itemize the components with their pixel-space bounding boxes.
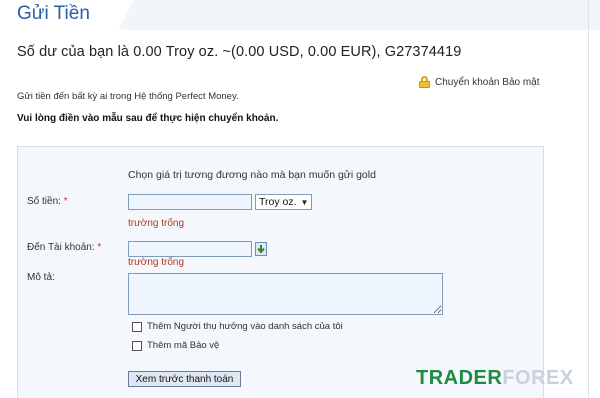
to-account-label: Đến Tài khoản: * [27,242,101,253]
transfer-form [17,146,544,398]
tab-slant-divider [118,0,134,30]
amount-label: Số tiền: * [27,196,68,207]
add-beneficiary-label: Thêm Người thụ hưởng vào danh sách của t… [147,321,343,332]
page-tab: Gửi Tiền [0,0,128,30]
add-protection-code-label: Thêm mã Bảo vệ [147,340,220,351]
chevron-down-icon: ▼ [300,197,309,207]
description-textarea[interactable] [128,273,443,315]
unit-select[interactable]: Troy oz. ▼ [255,194,312,210]
to-account-label-text: Đến Tài khoản: [27,242,95,253]
to-account-input[interactable] [128,241,252,257]
address-book-icon[interactable] [255,242,267,256]
add-beneficiary-checkbox[interactable] [132,321,142,332]
add-protection-code-row[interactable]: Thêm mã Bảo vệ [132,340,219,351]
right-border [588,0,589,398]
balance-line: Số dư của bạn là 0.00 Troy oz. ~(0.00 US… [17,44,462,60]
amount-input[interactable] [128,194,252,210]
intro-text: Gửi tiền đến bất kỳ ai trong Hệ thống Pe… [17,91,239,102]
secure-transfer-label: Chuyển khoản Bảo mật [435,76,540,88]
add-protection-code-checkbox[interactable] [132,340,142,351]
instruction-text: Vui lòng điền vào mẫu sau để thực hiện c… [17,113,279,124]
watermark-logo: TRADERFOREX [416,367,574,390]
required-mark: * [97,242,102,253]
preview-payment-button[interactable]: Xem trước thanh toán [128,371,241,387]
add-beneficiary-row[interactable]: Thêm Người thụ hưởng vào danh sách của t… [132,321,343,332]
description-label: Mô tả: [27,272,55,283]
form-hint: Chọn giá trị tương đương nào mà bạn muốn… [128,169,376,181]
amount-error: trường trống [128,218,185,229]
watermark-part1: TRADER [416,367,503,389]
lock-icon [419,76,430,88]
page-title: Gửi Tiền [17,3,90,24]
required-mark: * [63,196,68,207]
watermark-part2: FOREX [502,367,574,389]
to-account-error: trường trống [128,257,185,268]
secure-transfer-link[interactable]: Chuyển khoản Bảo mật [419,76,540,88]
amount-label-text: Số tiền: [27,196,61,207]
unit-select-value: Troy oz. [259,196,297,208]
